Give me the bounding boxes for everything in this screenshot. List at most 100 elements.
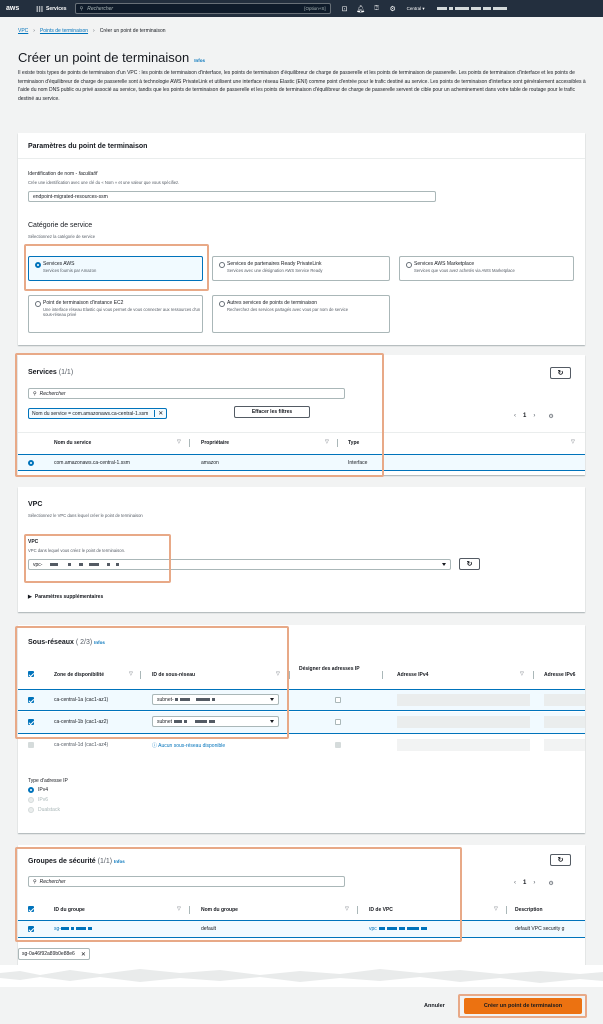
breadcrumb: VPC › Points de terminaison › Créer un p… (18, 28, 166, 34)
cell-description: default VPC security g (515, 926, 565, 932)
gear-icon[interactable]: ⚙ (385, 5, 401, 13)
category-card-other-services[interactable]: Autres services de points de terminaison… (212, 295, 390, 333)
column-ipv6[interactable]: Adresse IPv6 (544, 672, 575, 678)
global-search-input[interactable]: ⚲ Rechercher [Option+S] (74, 3, 331, 14)
vpc-heading: VPC (28, 501, 43, 508)
ipv4-input[interactable] (397, 716, 530, 728)
card-description: Services avec une désignation AWS Servic… (227, 268, 323, 273)
column-ipv4[interactable]: Adresse IPv4 (397, 672, 428, 678)
radio-unselected (35, 301, 41, 307)
card-title: Services AWS Marketplace (414, 261, 475, 267)
page-number[interactable]: 1 (523, 880, 526, 887)
pagination: ‹ 1 › ⚙ (514, 413, 554, 420)
close-icon[interactable]: ✕ (81, 951, 86, 958)
highlight-security-groups (15, 847, 462, 942)
sort-icon[interactable]: ▽ (571, 439, 575, 445)
selected-group-token: sg-0a46f92a89b0e88e6 ✕ (18, 948, 90, 960)
chevron-right-icon: › (33, 28, 35, 34)
torn-edge (0, 965, 603, 987)
radio-selected (28, 787, 34, 793)
refresh-icon: ↻ (557, 370, 564, 377)
page-title-row: Créer un point de terminaison Infos (18, 50, 205, 65)
caret-right-icon: ▶ (28, 594, 32, 600)
services-label: Services (46, 5, 67, 12)
category-card-ec2-instance[interactable]: Point de terminaison d'instance EC2 Une … (28, 295, 203, 333)
gear-icon[interactable]: ⚙ (548, 880, 553, 887)
endpoint-settings-panel: Paramètres du point de terminaison Ident… (18, 133, 585, 345)
breadcrumb-vpc[interactable]: VPC (18, 28, 28, 34)
page-intro: Il existe trois types de points de termi… (18, 70, 586, 102)
search-icon: ⚲ (79, 5, 84, 12)
radio-unselected (406, 262, 412, 268)
chevron-left-icon[interactable]: ‹ (514, 880, 516, 887)
cancel-button[interactable]: Annuler (424, 1003, 445, 1009)
ip-type-option-ipv4[interactable]: IPv4 (28, 787, 48, 793)
radio-disabled (28, 807, 34, 813)
breadcrumb-current: Créer un point de terminaison (99, 28, 166, 34)
ipv6-input-disabled (544, 739, 585, 751)
gear-icon[interactable]: ⚙ (548, 413, 553, 420)
region-selector[interactable]: Central ▾ (407, 6, 425, 12)
cloudshell-icon[interactable]: ⊡ (337, 5, 353, 13)
row-checkbox-disabled (28, 742, 34, 748)
info-link[interactable]: Infos (194, 58, 205, 63)
account-menu[interactable] (436, 7, 507, 10)
highlight-services (15, 353, 384, 477)
aws-logo[interactable]: aws (6, 5, 28, 12)
radio-unselected (219, 262, 225, 268)
help-icon[interactable]: ⍰ (369, 5, 385, 13)
refresh-icon: ↻ (557, 857, 564, 864)
card-title: Point de terminaison d'instance EC2 (43, 300, 124, 306)
page-title: Créer un point de terminaison (18, 50, 190, 65)
refresh-button[interactable]: ↻ (550, 854, 571, 866)
category-card-marketplace[interactable]: Services AWS Marketplace Services que vo… (399, 256, 574, 281)
ipv4-input[interactable] (397, 694, 530, 706)
refresh-button[interactable]: ↻ (550, 367, 571, 379)
card-description: Une interface réseau Elastic qui vous pe… (43, 307, 201, 317)
vpc-refresh-button[interactable]: ↻ (459, 558, 480, 570)
pagination: ‹ 1 › ⚙ (514, 880, 554, 887)
name-input[interactable]: endpoint-migrated-resources-ssm (28, 191, 436, 202)
additional-settings-toggle[interactable]: ▶ Paramètres supplémentaires (28, 594, 103, 600)
panel-heading: Paramètres du point de terminaison (28, 143, 148, 150)
token-label: sg-0a46f92a89b0e88e6 (22, 951, 75, 957)
page-number[interactable]: 1 (523, 413, 526, 420)
name-label: Identification de nom - facultatif (28, 171, 98, 177)
column-designate-ip[interactable]: Désigner des adresses IP (299, 665, 371, 673)
info-icon: ⓘ (152, 743, 158, 749)
vpc-description: Sélectionnez le VPC dans lequel créer le… (28, 513, 143, 518)
sort-icon[interactable]: ▽ (520, 671, 524, 677)
cell-az: ca-central-1d (cac1-az4) (54, 742, 109, 748)
breadcrumb-endpoints[interactable]: Points de terminaison (40, 28, 88, 34)
highlight-create-button (458, 994, 587, 1018)
services-menu[interactable]: Services (36, 5, 67, 12)
ipv4-input-disabled (397, 739, 530, 751)
radio-disabled (28, 797, 34, 803)
highlight-aws-services (24, 244, 209, 291)
refresh-icon: ↻ (466, 561, 473, 568)
ipv6-input[interactable] (544, 716, 585, 728)
card-description: Services que vous avez achetés via AWS M… (414, 268, 515, 273)
column-description[interactable]: Description (515, 907, 543, 913)
chevron-left-icon[interactable]: ‹ (514, 413, 516, 420)
chevron-right-icon[interactable]: › (533, 880, 535, 887)
no-subnet-notice: ⓘ Aucun sous-réseau disponible (152, 743, 226, 749)
designate-ip-checkbox[interactable] (335, 719, 341, 725)
ip-type-option-ipv6: IPv6 (28, 797, 48, 803)
chevron-right-icon[interactable]: › (533, 413, 535, 420)
bell-icon[interactable]: 🔔︎ (353, 5, 369, 13)
additional-settings-label: Paramètres supplémentaires (34, 594, 104, 600)
chevron-right-icon: › (93, 28, 95, 34)
category-card-partner-services[interactable]: Services de partenaires Ready PrivateLin… (212, 256, 390, 281)
highlight-vpc (24, 534, 171, 583)
ipv6-input[interactable] (544, 694, 585, 706)
top-navigation-bar: aws Services ⚲ Rechercher [Option+S] ⊡ 🔔… (0, 0, 603, 17)
sort-icon[interactable]: ▽ (494, 906, 498, 912)
search-placeholder: Rechercher (87, 5, 114, 12)
designate-ip-checkbox-disabled (335, 742, 341, 748)
category-label: Catégorie de service (28, 222, 93, 229)
card-description: Recherchez des services partagés avec vo… (227, 307, 349, 312)
shortcut-hint: [Option+S] (304, 6, 326, 11)
designate-ip-checkbox[interactable] (335, 697, 341, 703)
ip-type-label: Type d'adresse IP (28, 778, 68, 784)
